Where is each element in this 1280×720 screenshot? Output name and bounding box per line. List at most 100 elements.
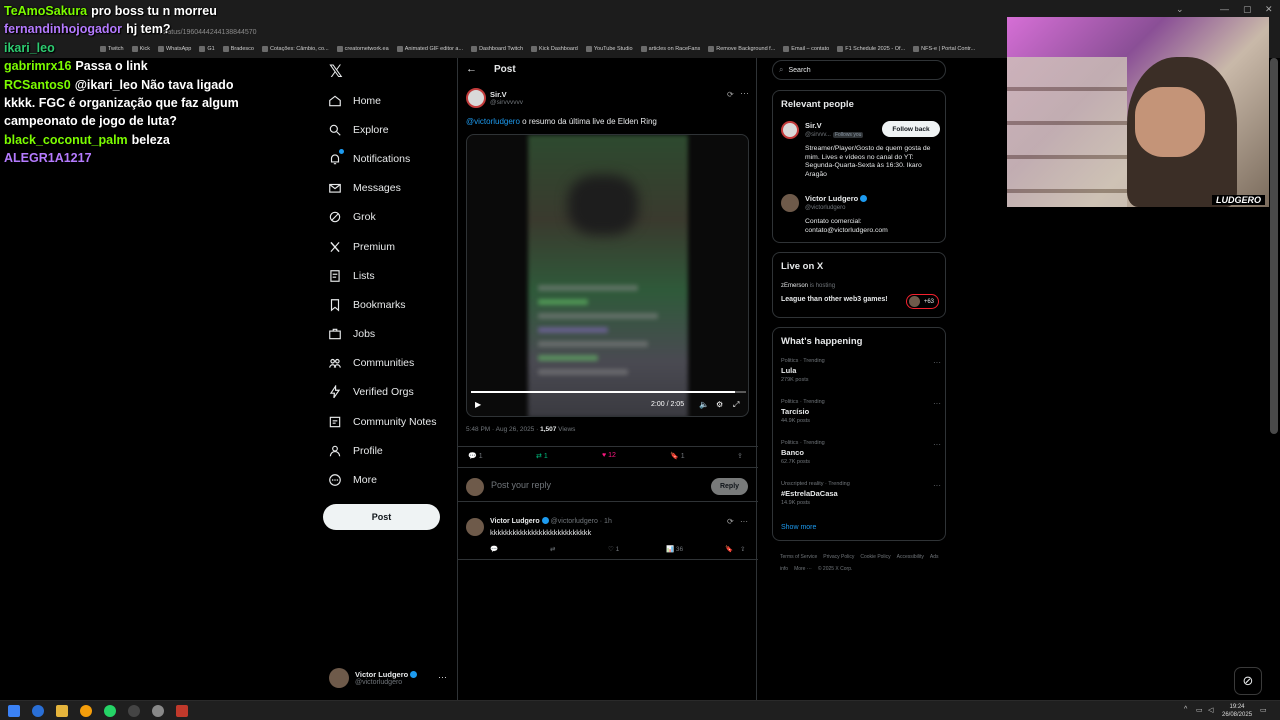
video-progress-bar[interactable] [471, 391, 746, 393]
browser-icon[interactable] [32, 705, 44, 717]
post-actions: 💬 1 ⇄ 1 ♥ 12 🔖 1 ⇪ [458, 446, 758, 468]
play-icon[interactable]: ▶ [475, 400, 481, 409]
sidebar-item-bookmarks[interactable]: Bookmarks [327, 290, 452, 319]
scrollbar[interactable] [1270, 58, 1278, 434]
maximize-icon[interactable]: ▢ [1243, 4, 1252, 15]
bookmark-item[interactable]: YouTube Studio [585, 46, 633, 52]
follow-back-button[interactable]: Follow back [882, 121, 940, 137]
person-item[interactable]: Victor Ludgero @victorludgero Contato co… [781, 194, 941, 234]
share-icon[interactable]: ⇪ [740, 545, 745, 553]
show-more-link[interactable]: Show more [781, 524, 816, 531]
video-player[interactable]: ▶ 2:00 / 2:05 🔈 ⚙ ⤢ [466, 134, 749, 417]
account-switcher[interactable]: Victor Ludgero @victorludgero ··· [329, 666, 451, 690]
x-logo-icon[interactable]: 𝕏 [329, 62, 345, 81]
bookmark-item[interactable]: NFS-e | Portal Contr... [913, 46, 975, 52]
sidebar-item-messages[interactable]: Messages [327, 174, 452, 203]
settings-gear-icon[interactable]: ⚙ [716, 400, 723, 409]
more-dots-icon[interactable]: ··· [933, 440, 941, 449]
sidebar-item-notifications[interactable]: Notifications [327, 144, 452, 173]
live-on-x-card[interactable]: Live on X zEmerson is hosting League tha… [772, 252, 946, 318]
bookmark-item[interactable]: Remove Background f... [708, 46, 775, 52]
bookmark-item[interactable]: Cotações: Câmbio, co... [261, 46, 329, 52]
sidebar-item-explore[interactable]: Explore [327, 115, 452, 144]
like-action[interactable]: ♥ 12 [602, 452, 616, 459]
trend-item[interactable]: Politics · Trending Tarcísio 44.9K posts ··… [781, 399, 941, 424]
more-dots-icon[interactable]: ··· [740, 517, 748, 526]
bookmark-item[interactable]: Dashboard Twitch [471, 46, 523, 52]
sidebar-item-communities[interactable]: Communities [327, 349, 452, 378]
mention-link[interactable]: @victorludgero [466, 117, 520, 126]
folder-icon[interactable] [56, 705, 68, 717]
bookmark-item[interactable]: creatornetwork.ea [336, 46, 389, 52]
more-dots-icon[interactable]: ··· [438, 672, 447, 682]
views-action[interactable]: 📊 36 [666, 545, 683, 553]
repost-icon[interactable]: ⇄ [550, 545, 555, 553]
sidebar-item-jobs[interactable]: Jobs [327, 320, 452, 349]
sidebar-item-profile[interactable]: Profile [327, 436, 452, 465]
footer-link[interactable]: Privacy Policy [823, 554, 854, 560]
bookmark-item[interactable]: articles on RaceFans [640, 46, 700, 52]
repost-action[interactable]: ⇄ 1 [536, 452, 548, 461]
more-dots-icon[interactable]: ··· [933, 358, 941, 367]
sidebar-item-grok[interactable]: Grok [327, 203, 452, 232]
bookmark-icon[interactable]: 🔖 [725, 545, 733, 553]
address-bar[interactable]: /status/1960444244138844570 [160, 26, 920, 40]
grok-icon[interactable]: ⟳ [727, 517, 734, 526]
reply-item[interactable]: Victor Ludgero @victorludgero · 1h ⟳ ··· … [458, 512, 758, 560]
reply-button[interactable]: Reply [711, 478, 748, 495]
back-arrow-icon[interactable]: ← [466, 63, 477, 75]
sidebar-item-home[interactable]: Home [327, 86, 452, 115]
more-dots-icon[interactable]: ··· [740, 88, 749, 98]
person-item[interactable]: Sir.V @sirvvv... Follows you Follow back … [781, 121, 941, 181]
reply-icon[interactable]: 💬 [490, 545, 498, 553]
footer-link[interactable]: Accessibility [897, 554, 924, 560]
post-button[interactable]: Post [323, 504, 440, 530]
share-icon[interactable]: ⇪ [737, 452, 743, 460]
grok-icon[interactable]: ⟳ [727, 90, 734, 99]
trend-item[interactable]: Unscripted reality · Trending #EstrelaDaC… [781, 481, 941, 506]
app-icon[interactable] [152, 705, 164, 717]
footer-link[interactable]: © 2025 X Corp. [818, 566, 853, 572]
network-icon[interactable]: ▭ [1196, 706, 1203, 714]
whatsapp-icon[interactable] [104, 705, 116, 717]
obs-icon[interactable] [128, 705, 140, 717]
notification-icon[interactable]: ▭ [1260, 706, 1267, 714]
volume-icon[interactable]: ◁ [1208, 706, 1213, 714]
live-listener-badge[interactable]: +63 [906, 294, 939, 309]
footer-link[interactable]: More ··· [794, 566, 812, 572]
close-icon[interactable]: ✕ [1265, 4, 1273, 15]
search-input[interactable] [788, 66, 929, 74]
sidebar-item-lists[interactable]: Lists [327, 261, 452, 290]
fullscreen-icon[interactable]: ⤢ [733, 400, 739, 410]
like-action[interactable]: ♡ 1 [608, 545, 619, 553]
bookmark-item[interactable]: Animated GIF editor a... [396, 46, 463, 52]
reply-input[interactable] [491, 480, 691, 490]
minimize-icon[interactable]: — [1220, 4, 1229, 14]
volume-icon[interactable]: 🔈 [699, 400, 709, 409]
bookmark-item[interactable]: Email – contato [783, 46, 829, 52]
sidebar-item-more[interactable]: More [327, 465, 452, 494]
sidebar-item-verified-orgs[interactable]: Verified Orgs [327, 378, 452, 407]
chevron-down-icon[interactable]: ⌄ [1176, 4, 1184, 15]
app-icon[interactable] [80, 705, 92, 717]
trend-item[interactable]: Politics · Trending Lula 279K posts ··· [781, 358, 941, 383]
more-dots-icon[interactable]: ··· [933, 481, 941, 490]
more-dots-icon[interactable]: ··· [933, 399, 941, 408]
post-author[interactable]: Sir.V @sirvvvvvv [466, 88, 523, 108]
footer-link[interactable]: Terms of Service [780, 554, 817, 560]
windows-start-icon[interactable] [8, 705, 20, 717]
bookmark-favicon-icon [336, 46, 343, 52]
grok-chat-button[interactable]: ⊘ [1234, 667, 1262, 695]
chevron-up-icon[interactable]: ^ [1184, 706, 1187, 713]
sidebar-item-community-notes[interactable]: Community Notes [327, 407, 452, 436]
footer-link[interactable]: Cookie Policy [860, 554, 890, 560]
bookmark-action[interactable]: 🔖 1 [670, 452, 685, 461]
bookmark-item[interactable]: F1 Schedule 2025 - Of... [837, 46, 905, 52]
reply-action[interactable]: 💬 1 [468, 452, 483, 461]
video-blur [538, 369, 628, 375]
bookmark-item[interactable]: Kick Dashboard [531, 46, 578, 52]
trend-item[interactable]: Politics · Trending Banco 62.7K posts ··· [781, 440, 941, 465]
app-icon[interactable] [176, 705, 188, 717]
bookmark-favicon-icon [261, 46, 268, 52]
sidebar-item-premium[interactable]: Premium [327, 232, 452, 261]
